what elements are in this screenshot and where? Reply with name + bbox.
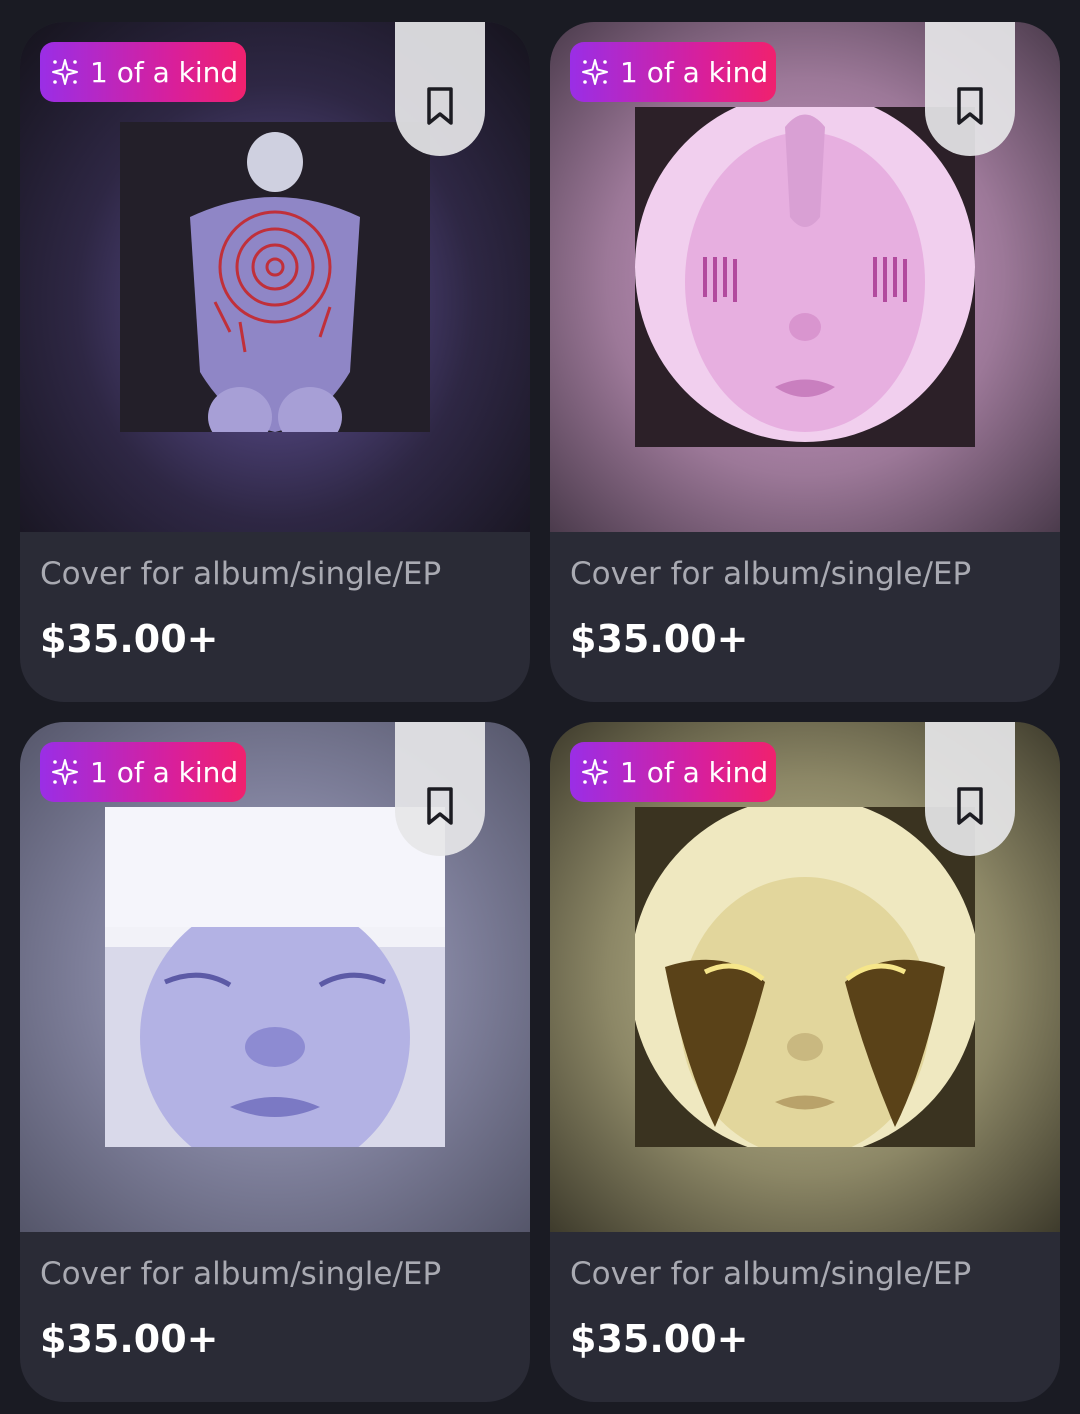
cover-artwork-image — [635, 107, 975, 447]
bookmark-icon — [957, 787, 983, 825]
listing-card[interactable]: 1 of a kind Cover for album/single/EP $3… — [20, 22, 530, 702]
sparkle-icon — [582, 59, 608, 85]
bookmark-icon — [427, 87, 453, 125]
listing-card[interactable]: 1 of a kind Cover for album/single/EP $3… — [550, 722, 1060, 1402]
cover-artwork-image — [120, 122, 430, 432]
listing-thumbnail[interactable]: 1 of a kind — [550, 722, 1060, 1232]
save-bookmark-button[interactable] — [395, 22, 485, 156]
sparkle-icon — [52, 59, 78, 85]
one-of-a-kind-badge: 1 of a kind — [40, 42, 246, 102]
bookmark-icon — [427, 787, 453, 825]
listing-card[interactable]: 1 of a kind Cover for album/single/EP $3… — [550, 22, 1060, 702]
badge-label: 1 of a kind — [620, 755, 769, 789]
listing-title[interactable]: Cover for album/single/EP — [40, 556, 441, 592]
cover-artwork-image — [105, 807, 445, 1147]
sparkle-icon — [52, 759, 78, 785]
listing-price: $35.00+ — [570, 617, 749, 661]
one-of-a-kind-badge: 1 of a kind — [40, 742, 246, 802]
listing-title[interactable]: Cover for album/single/EP — [40, 1256, 441, 1292]
listing-card[interactable]: 1 of a kind Cover for album/single/EP $3… — [20, 722, 530, 1402]
listing-grid: 1 of a kind Cover for album/single/EP $3… — [0, 0, 1080, 1414]
badge-label: 1 of a kind — [90, 755, 239, 789]
listing-thumbnail[interactable]: 1 of a kind — [550, 22, 1060, 532]
one-of-a-kind-badge: 1 of a kind — [570, 742, 776, 802]
listing-thumbnail[interactable]: 1 of a kind — [20, 22, 530, 532]
save-bookmark-button[interactable] — [925, 722, 1015, 856]
listing-title[interactable]: Cover for album/single/EP — [570, 556, 971, 592]
listing-title[interactable]: Cover for album/single/EP — [570, 1256, 971, 1292]
listing-price: $35.00+ — [40, 617, 219, 661]
one-of-a-kind-badge: 1 of a kind — [570, 42, 776, 102]
listing-price: $35.00+ — [570, 1317, 749, 1361]
save-bookmark-button[interactable] — [925, 22, 1015, 156]
cover-artwork-image — [635, 807, 975, 1147]
listing-price: $35.00+ — [40, 1317, 219, 1361]
sparkle-icon — [582, 759, 608, 785]
save-bookmark-button[interactable] — [395, 722, 485, 856]
badge-label: 1 of a kind — [90, 55, 239, 89]
listing-thumbnail[interactable]: 1 of a kind — [20, 722, 530, 1232]
badge-label: 1 of a kind — [620, 55, 769, 89]
bookmark-icon — [957, 87, 983, 125]
